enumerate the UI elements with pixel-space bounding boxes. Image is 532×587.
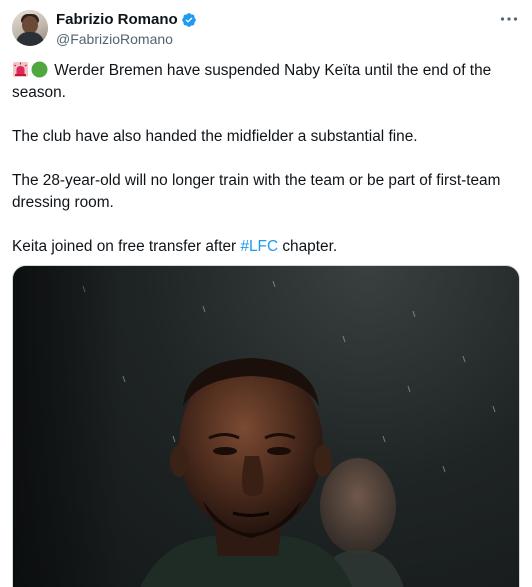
more-options-button[interactable] xyxy=(498,10,520,28)
tweet-text: Werder Bremen have suspended Naby Keïta … xyxy=(12,60,522,258)
hashtag-link[interactable]: #LFC xyxy=(240,238,278,255)
tweet: Fabrizio Romano @FabrizioRomano Werder B… xyxy=(0,0,532,587)
tweet-paragraph-1-text: Werder Bremen have suspended Naby Keïta … xyxy=(12,62,492,101)
tweet-paragraph-4-text-after: chapter. xyxy=(278,238,338,255)
author-handle[interactable]: @FabrizioRomano xyxy=(56,31,173,47)
tweet-paragraph-2: The club have also handed the midfielder… xyxy=(12,128,418,145)
verified-badge-icon xyxy=(181,12,197,28)
tweet-paragraph-4-text-before: Keita joined on free transfer after xyxy=(12,238,241,255)
author-name-row: Fabrizio Romano xyxy=(56,11,197,29)
green-circle-icon xyxy=(31,61,48,78)
author-display-name[interactable]: Fabrizio Romano xyxy=(56,11,178,29)
siren-icon xyxy=(12,61,29,78)
tweet-photo[interactable] xyxy=(12,265,520,587)
player-photo-image xyxy=(13,266,496,587)
avatar[interactable] xyxy=(12,10,48,46)
tweet-paragraph-3: The 28-year-old will no longer train wit… xyxy=(12,172,501,211)
more-dots-icon xyxy=(500,17,518,21)
tweet-paragraph-4: Keita joined on free transfer after #LFC… xyxy=(12,236,522,258)
tweet-paragraph-1: Werder Bremen have suspended Naby Keïta … xyxy=(12,60,522,104)
